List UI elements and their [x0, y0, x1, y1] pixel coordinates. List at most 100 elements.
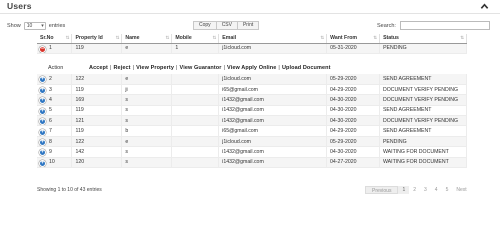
cell-status: WAITING FOR DOCUMENT: [379, 146, 468, 158]
cell-want-from: 04-30-2020: [326, 146, 380, 158]
section-header: Users: [0, 0, 500, 14]
search-label: Search:: [377, 22, 396, 29]
column-header-name[interactable]: Name ⇅: [121, 34, 173, 44]
expand-row-icon[interactable]: +: [39, 159, 46, 167]
view-guarantor-link[interactable]: View Guarantor: [180, 65, 222, 71]
page-link-1[interactable]: 1: [398, 186, 410, 194]
cell-mobile: [171, 105, 220, 117]
column-header-want-from[interactable]: Want From ⇅: [326, 34, 381, 44]
search-input[interactable]: [399, 21, 490, 30]
header-divider: [0, 13, 500, 14]
action-label: Action: [48, 65, 64, 71]
users-table-body: +2 122 e j1icloud.com 05-29-2020 SEND AGREEME…: [37, 74, 468, 169]
collapse-row-icon[interactable]: −: [39, 45, 46, 53]
cell-property-id: 142: [71, 146, 123, 158]
cell-status: WAITING FOR DOCUMENT: [379, 157, 468, 169]
entries-select[interactable]: 10: [23, 22, 46, 30]
expand-row-icon[interactable]: +: [39, 118, 46, 125]
sort-icon: ⇅: [212, 35, 217, 40]
page-link-2[interactable]: 2: [409, 186, 420, 194]
page-link-4[interactable]: 4: [431, 186, 442, 194]
view-apply-online-link[interactable]: View Apply Online: [227, 65, 276, 71]
cell-sr-no: 8: [49, 138, 52, 145]
entries-label: entries: [48, 23, 66, 29]
cell-want-from: 04-30-2020: [326, 105, 380, 117]
cell-property-id: 120: [71, 157, 123, 169]
view-property-link[interactable]: View Property: [136, 65, 174, 71]
cell-name: s: [121, 115, 173, 127]
table-row-expanded[interactable]: −1 119 e 1 j1icloud.com 05-31-2020 PENDI…: [37, 43, 467, 54]
expand-row-icon[interactable]: +: [39, 107, 46, 115]
cell-mobile: [171, 157, 220, 169]
table-row[interactable]: +2 122 e j1icloud.com 05-29-2020 SEND AGREEME…: [37, 74, 468, 85]
column-header-status[interactable]: Status ⇅: [379, 34, 467, 44]
cell-sr-no: 5: [49, 107, 52, 114]
previous-page-button[interactable]: Previous: [365, 186, 399, 194]
cell-sr-no: 4: [49, 96, 52, 103]
cell-name: b: [121, 125, 173, 137]
table-row[interactable]: +4 169 s i1432@gmail.com 04-30-2020 DOCUMENT …: [37, 94, 468, 106]
users-table: Sr.No ⇅ Property Id ⇅ Name ⇅ Mobile ⇅ Email ⇅…: [37, 34, 467, 54]
accept-link[interactable]: Accept: [89, 65, 108, 71]
cell-mobile: [171, 74, 220, 85]
reject-link[interactable]: Reject: [113, 65, 130, 71]
cell-status: SEND AGREEMENT: [379, 125, 468, 137]
upload-document-link[interactable]: Upload Document: [282, 65, 331, 71]
cell-want-from: 04-29-2020: [326, 84, 380, 96]
table-row[interactable]: +3 119 ji i65@gmail.com 04-29-2020 DOCUMENT V…: [37, 84, 468, 96]
cell-email: i65@gmail.com: [218, 84, 328, 96]
cell-mobile: [171, 84, 220, 96]
expand-row-icon[interactable]: +: [39, 76, 46, 84]
cell-mobile: [171, 94, 220, 106]
cell-status: DOCUMENT VERIFY PENDING: [379, 115, 468, 127]
column-header-email[interactable]: Email ⇅: [218, 34, 328, 44]
table-row[interactable]: +10 120 s i1432@gmail.com 04-27-2020 WAITING …: [37, 157, 468, 169]
column-header-property-id[interactable]: Property Id ⇅: [71, 34, 123, 44]
table-row[interactable]: +6 121 s i1432@gmail.com 04-30-2020 DOCUMENT …: [37, 115, 468, 127]
table-row[interactable]: +5 119 s i1432@gmail.com 04-30-2020 SEND AGRE…: [37, 105, 468, 117]
sort-icon: ⇅: [373, 35, 378, 40]
cell-sr-no: 6: [49, 117, 52, 124]
copy-button[interactable]: Copy: [193, 21, 217, 30]
cell-name: s: [121, 146, 173, 158]
table-row[interactable]: +8 122 e j1icloud.com 05-29-2020 PENDING: [37, 136, 468, 148]
expand-row-icon[interactable]: +: [39, 139, 46, 146]
table-row[interactable]: +7 119 b i65@gmail.com 04-29-2020 SEND AGREEM…: [37, 125, 468, 137]
cell-sr-no: 9: [49, 148, 52, 155]
expand-row-icon[interactable]: +: [39, 128, 46, 136]
cell-sr-no: 3: [49, 86, 52, 93]
table-row[interactable]: +9 142 s i1432@gmail.com 04-30-2020 WAITING F…: [37, 146, 468, 158]
expand-row-icon[interactable]: +: [39, 97, 46, 105]
chevron-up-icon[interactable]: [480, 2, 489, 11]
cell-want-from: 04-27-2020: [326, 157, 380, 169]
column-header-sr-no[interactable]: Sr.No ⇅: [37, 34, 73, 44]
export-buttons: Copy CSV Print: [193, 21, 260, 30]
cell-sr-no: 10: [49, 159, 55, 166]
cell-mobile: [171, 125, 220, 137]
expand-row-icon[interactable]: +: [39, 87, 46, 94]
cell-name: s: [121, 157, 173, 169]
csv-button[interactable]: CSV: [216, 21, 238, 30]
expand-row-icon[interactable]: +: [39, 149, 46, 157]
page-link-5[interactable]: 5: [442, 186, 453, 194]
print-button[interactable]: Print: [237, 21, 260, 30]
column-header-mobile[interactable]: Mobile ⇅: [171, 34, 220, 44]
sort-icon: ⇅: [115, 35, 120, 40]
cell-property-id: 119: [71, 105, 123, 117]
cell-mobile: [171, 115, 220, 127]
cell-mobile: [171, 146, 220, 158]
cell-email: j1icloud.com: [218, 43, 328, 54]
cell-mobile: [171, 136, 220, 148]
cell-status: PENDING: [379, 136, 468, 148]
cell-name: s: [121, 105, 173, 117]
cell-name: ji: [121, 84, 173, 96]
sort-icon: ⇅: [165, 35, 170, 40]
cell-want-from: 05-29-2020: [326, 74, 380, 85]
cell-property-id: 119: [71, 43, 123, 54]
cell-name: e: [121, 74, 173, 85]
cell-property-id: 169: [71, 94, 123, 106]
next-page-button[interactable]: Next: [452, 186, 470, 194]
page-link-3[interactable]: 3: [420, 186, 431, 194]
cell-status: SEND AGREEMENT: [379, 105, 468, 117]
cell-name: s: [121, 94, 173, 106]
